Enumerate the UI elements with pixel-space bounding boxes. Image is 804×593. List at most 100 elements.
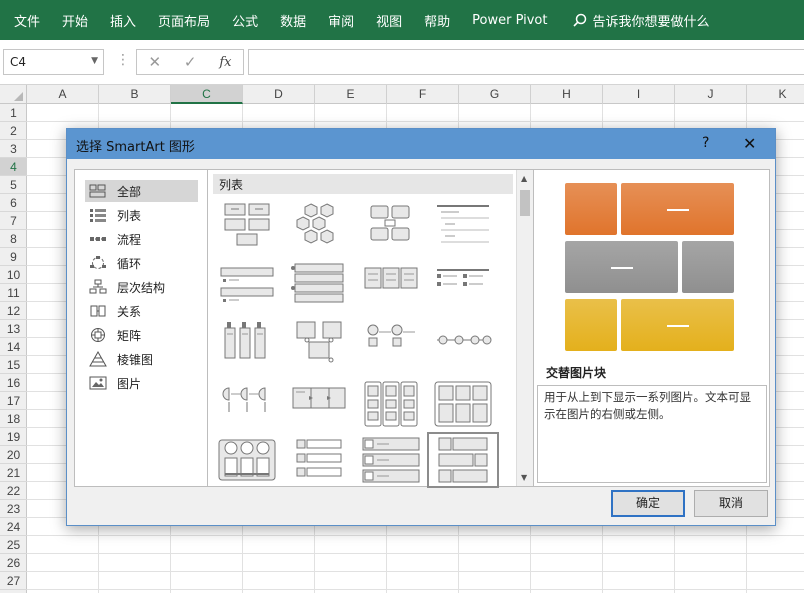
category-pyramid[interactable]: 棱锥图: [85, 348, 198, 370]
tab-file[interactable]: 文件: [0, 11, 51, 30]
row-header-27[interactable]: 27: [0, 572, 27, 590]
layout-thumbnail[interactable]: [215, 260, 279, 308]
row-header-8[interactable]: 8: [0, 230, 27, 248]
tab-help[interactable]: 帮助: [413, 11, 461, 30]
formula-buttons: ✕ ✓ fx: [136, 49, 244, 75]
tab-insert[interactable]: 插入: [99, 11, 147, 30]
pyramid-icon: [89, 351, 107, 367]
category-label: 棱锥图: [117, 352, 154, 367]
formula-input[interactable]: [248, 49, 804, 75]
row-header-19[interactable]: 19: [0, 428, 27, 446]
preview-title: 交替图片块: [546, 366, 607, 380]
row-header-20[interactable]: 20: [0, 446, 27, 464]
category-picture[interactable]: 图片: [85, 372, 198, 394]
row-header-23[interactable]: 23: [0, 500, 27, 518]
category-matrix[interactable]: 矩阵: [85, 324, 198, 346]
row-header-7[interactable]: 7: [0, 212, 27, 230]
preview-block-orange-small: [565, 183, 617, 235]
column-header-g[interactable]: G: [459, 85, 531, 104]
column-header-c[interactable]: C: [171, 85, 243, 104]
layout-thumbnail[interactable]: [359, 320, 423, 368]
row-header-15[interactable]: 15: [0, 356, 27, 374]
chevron-down-icon[interactable]: ▼: [91, 56, 98, 66]
row-header-4[interactable]: 4: [0, 158, 27, 176]
category-hierarchy[interactable]: 层次结构: [85, 276, 198, 298]
enter-icon[interactable]: ✓: [184, 53, 197, 71]
layout-thumbnail[interactable]: [215, 200, 279, 248]
tab-review[interactable]: 审阅: [317, 11, 365, 30]
category-all[interactable]: 全部: [85, 180, 198, 202]
column-header-e[interactable]: E: [315, 85, 387, 104]
layout-thumbnail[interactable]: [287, 320, 351, 368]
tell-me-box[interactable]: 告诉我你想要做什么: [572, 11, 710, 30]
help-button[interactable]: ?: [702, 135, 709, 151]
column-header-b[interactable]: B: [99, 85, 171, 104]
scroll-down-icon[interactable]: ▼: [521, 473, 527, 482]
row-header-24[interactable]: 24: [0, 518, 27, 536]
row-header-14[interactable]: 14: [0, 338, 27, 356]
layout-thumbnail[interactable]: [359, 436, 423, 484]
category-list[interactable]: 列表: [85, 204, 198, 226]
column-header-i[interactable]: I: [603, 85, 675, 104]
row-header-22[interactable]: 22: [0, 482, 27, 500]
cancel-button[interactable]: 取消: [694, 490, 768, 517]
row-header-26[interactable]: 26: [0, 554, 27, 572]
column-header-h[interactable]: H: [531, 85, 603, 104]
layout-thumbnail[interactable]: [287, 260, 351, 308]
layout-thumbnail[interactable]: [287, 380, 351, 428]
tab-view[interactable]: 视图: [365, 11, 413, 30]
cancel-entry-icon[interactable]: ✕: [148, 53, 161, 71]
layout-thumbnail[interactable]: [427, 432, 499, 488]
category-label: 流程: [117, 232, 142, 247]
row-header-11[interactable]: 11: [0, 284, 27, 302]
select-all-corner[interactable]: [0, 85, 27, 104]
tab-power-pivot[interactable]: Power Pivot: [461, 13, 558, 28]
tab-formulas[interactable]: 公式: [221, 11, 269, 30]
category-relationship[interactable]: 关系: [85, 300, 198, 322]
tab-home[interactable]: 开始: [51, 11, 99, 30]
row-header-25[interactable]: 25: [0, 536, 27, 554]
row-header-12[interactable]: 12: [0, 302, 27, 320]
row-header-2[interactable]: 2: [0, 122, 27, 140]
layout-thumbnail[interactable]: [359, 200, 423, 248]
column-header-k[interactable]: K: [747, 85, 804, 104]
name-box[interactable]: C4 ▼: [3, 49, 104, 75]
row-header-5[interactable]: 5: [0, 176, 27, 194]
layout-thumbnail[interactable]: [431, 200, 495, 248]
row-header-3[interactable]: 3: [0, 140, 27, 158]
tab-page-layout[interactable]: 页面布局: [147, 11, 221, 30]
layout-thumbnail[interactable]: [359, 260, 423, 308]
row-header-17[interactable]: 17: [0, 392, 27, 410]
scroll-thumb[interactable]: [520, 190, 530, 216]
column-header-j[interactable]: J: [675, 85, 747, 104]
row-header-18[interactable]: 18: [0, 410, 27, 428]
row-header-6[interactable]: 6: [0, 194, 27, 212]
category-process[interactable]: 流程: [85, 228, 198, 250]
row-header-10[interactable]: 10: [0, 266, 27, 284]
row-header-16[interactable]: 16: [0, 374, 27, 392]
layout-thumbnail[interactable]: [215, 436, 279, 484]
row-header-21[interactable]: 21: [0, 464, 27, 482]
insert-function-icon[interactable]: fx: [219, 55, 231, 70]
layout-thumbnail[interactable]: [287, 200, 351, 248]
row-header-9[interactable]: 9: [0, 248, 27, 266]
layout-thumbnail[interactable]: [215, 380, 279, 428]
layout-thumbnail[interactable]: [431, 380, 495, 428]
ok-button[interactable]: 确定: [611, 490, 685, 517]
category-cycle[interactable]: 循环: [85, 252, 198, 274]
close-button[interactable]: ✕: [743, 134, 756, 153]
row-header-1[interactable]: 1: [0, 104, 27, 122]
tab-data[interactable]: 数据: [269, 11, 317, 30]
layout-thumbnail[interactable]: [287, 436, 351, 484]
scroll-up-icon[interactable]: ▲: [521, 174, 527, 183]
layout-thumbnail[interactable]: [215, 320, 279, 368]
layout-thumbnail[interactable]: [359, 380, 423, 428]
gallery-scrollbar[interactable]: ▲ ▼: [516, 170, 533, 486]
layout-thumbnail[interactable]: [431, 260, 495, 308]
column-header-a[interactable]: A: [27, 85, 99, 104]
layout-thumbnail[interactable]: [431, 320, 495, 368]
category-list: 全部 列表流程循环 层次结构 关系 矩阵棱锥图图片: [74, 169, 208, 487]
column-header-d[interactable]: D: [243, 85, 315, 104]
row-header-13[interactable]: 13: [0, 320, 27, 338]
column-header-f[interactable]: F: [387, 85, 459, 104]
